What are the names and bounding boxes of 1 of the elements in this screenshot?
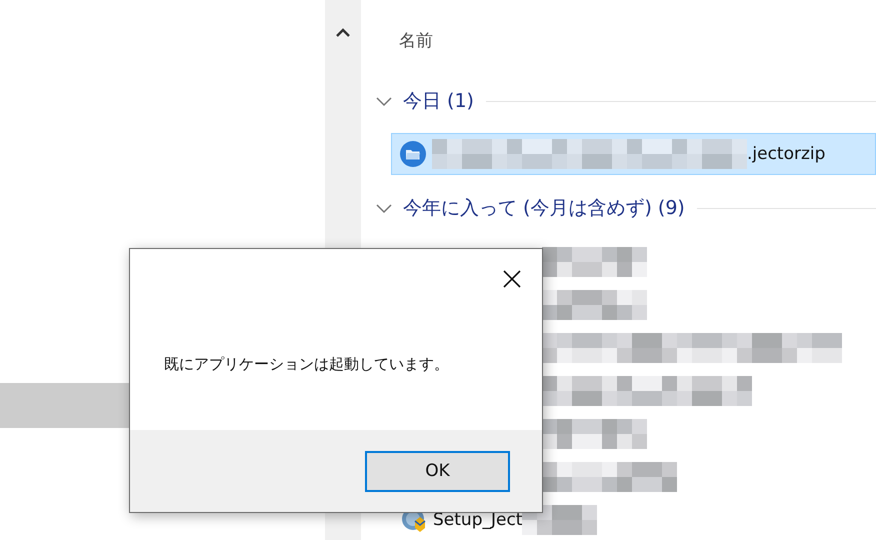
dialog-message: 既にアプリケーションは起動しています。	[164, 355, 449, 374]
